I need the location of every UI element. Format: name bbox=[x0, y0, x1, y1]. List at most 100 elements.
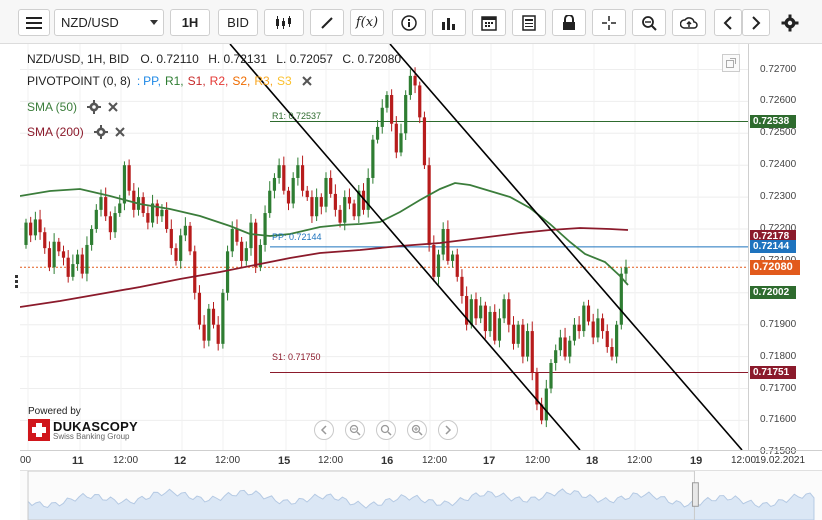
candle-body bbox=[291, 177, 295, 204]
time-end-date: 19.02.2021 bbox=[755, 455, 806, 466]
open-value: O. 0.72110 bbox=[140, 52, 199, 66]
gear-icon bbox=[87, 100, 102, 114]
function-button[interactable]: f(x) bbox=[350, 9, 384, 36]
pivot-level-1: R1, bbox=[164, 74, 184, 88]
sma200-close-button[interactable] bbox=[114, 127, 125, 137]
candle-body bbox=[572, 324, 577, 341]
candle-body bbox=[277, 165, 281, 178]
candle-body bbox=[24, 222, 28, 245]
report-button[interactable] bbox=[512, 9, 546, 36]
candle-body bbox=[460, 276, 464, 296]
symbol-selector[interactable]: NZD/USD bbox=[54, 9, 164, 36]
candle-body bbox=[333, 193, 337, 210]
candle-body bbox=[544, 388, 548, 421]
high-value: H. 0.72131 bbox=[208, 52, 267, 66]
candle-body bbox=[450, 254, 455, 261]
upload-button[interactable] bbox=[672, 9, 706, 36]
pivot-label: PIVOTPOINT (0, 8) bbox=[27, 74, 131, 88]
zoom-icon bbox=[642, 15, 657, 31]
candle-body bbox=[127, 165, 131, 191]
candle-body bbox=[99, 197, 103, 210]
time-label: 00 bbox=[20, 455, 32, 466]
price-tag: 0.72538 bbox=[750, 114, 796, 128]
dukascopy-logo: DUKASCOPY Swiss Banking Group bbox=[28, 419, 138, 441]
candle-body bbox=[596, 318, 600, 338]
candle-body bbox=[554, 350, 558, 363]
scroll-left-button[interactable] bbox=[714, 9, 742, 36]
menu-button[interactable] bbox=[18, 9, 50, 36]
indicator-pivot: PIVOTPOINT (0, 8) : PP, R1, S1, R2, S2, R3, S3 bbox=[27, 74, 312, 88]
candle-body bbox=[338, 209, 342, 223]
pivot-levels-list: PP, R1, S1, R2, S2, R3, S3 bbox=[143, 74, 296, 88]
time-label: 12:00 bbox=[113, 455, 139, 466]
candle-body bbox=[160, 209, 164, 217]
candle-body bbox=[300, 165, 305, 191]
candle-body bbox=[118, 203, 122, 214]
price-tag: 0.72080 bbox=[750, 259, 800, 275]
close-icon bbox=[108, 102, 118, 112]
candle-body bbox=[66, 257, 70, 277]
timeframe-button[interactable]: 1H bbox=[170, 9, 210, 36]
candle-body bbox=[497, 318, 502, 341]
info-button[interactable] bbox=[392, 9, 426, 36]
indicator-sma50: SMA (50) bbox=[27, 100, 118, 114]
navigator-handle bbox=[691, 482, 699, 507]
scroll-right-button[interactable] bbox=[742, 9, 770, 36]
zoom-out-button[interactable] bbox=[345, 420, 365, 440]
indicator-sma200: SMA (200) bbox=[27, 125, 125, 139]
candle-body bbox=[394, 123, 398, 153]
calendar-button[interactable] bbox=[472, 9, 506, 36]
time-label: 17 bbox=[483, 455, 496, 467]
candle-body bbox=[216, 324, 220, 344]
candle-body bbox=[591, 321, 595, 338]
side-button[interactable]: BID bbox=[218, 9, 258, 36]
candle-body bbox=[577, 324, 581, 332]
candle-body bbox=[179, 235, 183, 261]
candle-body bbox=[249, 222, 253, 249]
time-label: 12:00 bbox=[215, 455, 241, 466]
settings-button[interactable] bbox=[776, 9, 804, 36]
scroll-forward-button[interactable] bbox=[438, 420, 458, 440]
pivot-close-button[interactable] bbox=[302, 76, 312, 86]
navigator-overview[interactable] bbox=[20, 470, 822, 520]
candle-body bbox=[418, 85, 422, 118]
candle-body bbox=[525, 331, 530, 357]
pivot-level-3: R2, bbox=[209, 74, 229, 88]
candle-body bbox=[268, 190, 272, 214]
candle-body bbox=[169, 229, 173, 249]
pencil-icon bbox=[321, 16, 333, 29]
moving-averages bbox=[20, 182, 629, 308]
candle-body bbox=[615, 324, 619, 357]
candle-body bbox=[479, 305, 483, 319]
candle-body bbox=[380, 107, 384, 127]
maximize-button[interactable] bbox=[722, 54, 740, 72]
candle-body bbox=[85, 244, 89, 274]
close-icon bbox=[302, 76, 312, 86]
candle-body bbox=[600, 318, 605, 332]
sma50-close-button[interactable] bbox=[108, 102, 118, 112]
candle-body bbox=[422, 117, 427, 166]
draw-button[interactable] bbox=[310, 9, 344, 36]
sma200-settings-button[interactable] bbox=[93, 125, 108, 139]
crosshair-button[interactable] bbox=[592, 9, 626, 36]
lock-button[interactable] bbox=[552, 9, 586, 36]
chart-type-button[interactable] bbox=[264, 9, 304, 36]
price-tick: 0.71900 bbox=[760, 318, 797, 330]
candle-body bbox=[155, 203, 159, 217]
candle-body bbox=[47, 248, 52, 268]
candle-body bbox=[413, 75, 417, 86]
price-chart[interactable] bbox=[20, 44, 748, 450]
scroll-back-button[interactable] bbox=[314, 420, 334, 440]
candle-body bbox=[29, 222, 33, 236]
sma50-settings-button[interactable] bbox=[87, 100, 102, 114]
price-tick: 0.72700 bbox=[760, 63, 797, 75]
zoom-button[interactable] bbox=[632, 9, 666, 36]
candle-body bbox=[174, 248, 178, 261]
panel-resize-handle[interactable] bbox=[15, 275, 18, 289]
reset-zoom-button[interactable] bbox=[376, 420, 396, 440]
candle-body bbox=[399, 133, 403, 153]
pp-level-label: PP: 0.72144 bbox=[272, 232, 322, 242]
zoom-in-button[interactable] bbox=[407, 420, 427, 440]
price-tag: 0.71751 bbox=[750, 365, 796, 379]
volume-button[interactable] bbox=[432, 9, 466, 36]
